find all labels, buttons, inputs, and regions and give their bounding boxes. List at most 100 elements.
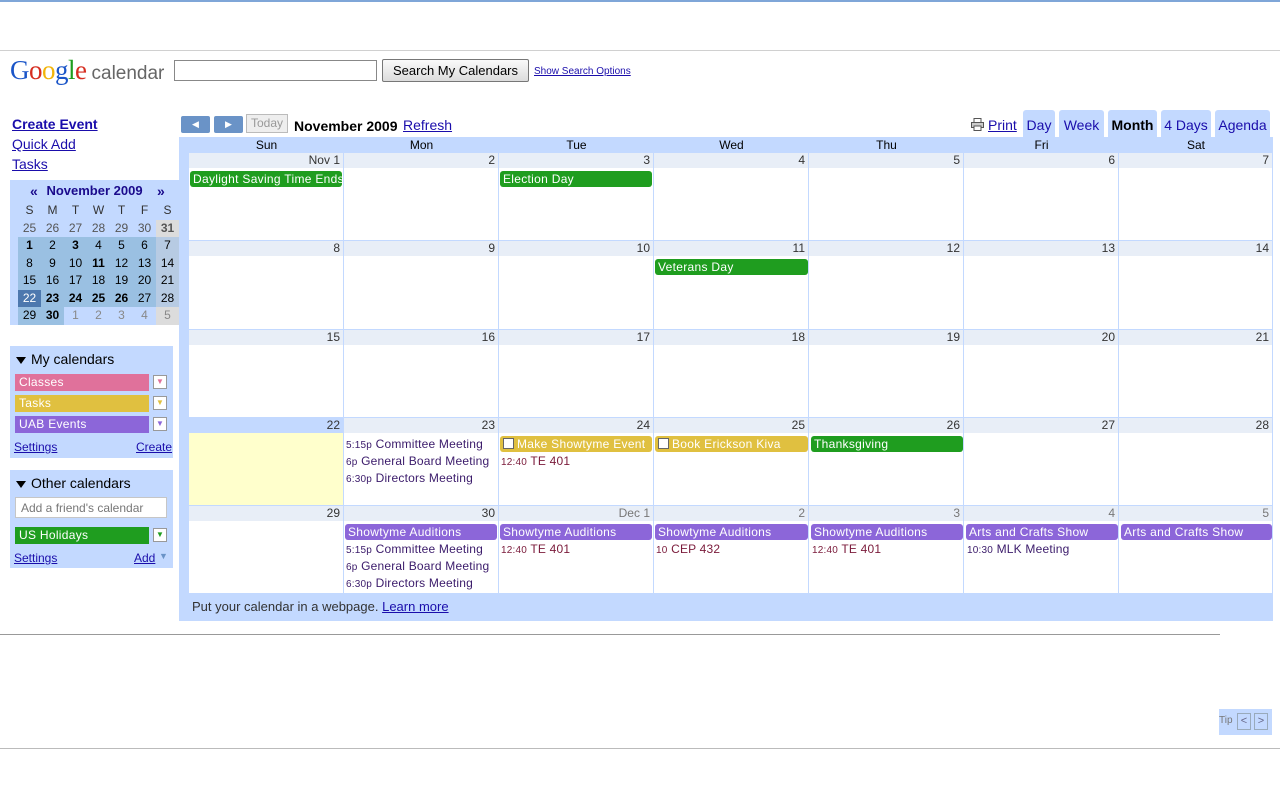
mini-day[interactable]: 8 xyxy=(18,254,41,272)
day-cell[interactable]: 17 xyxy=(499,330,654,418)
mini-day[interactable]: 1 xyxy=(64,307,87,325)
day-number[interactable]: 30 xyxy=(482,506,495,520)
tab-day[interactable]: Day xyxy=(1023,110,1055,137)
day-cell[interactable]: 26 xyxy=(809,418,964,506)
mini-calendar-title[interactable]: November 2009 xyxy=(46,183,142,198)
day-cell[interactable]: 10 xyxy=(499,241,654,330)
day-number[interactable]: 16 xyxy=(482,330,495,344)
mini-day[interactable]: 28 xyxy=(156,289,179,307)
day-number[interactable]: 9 xyxy=(488,241,495,255)
day-cell[interactable]: 20 xyxy=(964,330,1119,418)
event-committee-meeting[interactable]: 5:15p Committee Meeting xyxy=(346,437,483,451)
create-calendar-link[interactable]: Create xyxy=(136,440,172,454)
add-friend-calendar-input[interactable]: Add a friend's calendar xyxy=(15,497,167,518)
mini-day[interactable]: 28 xyxy=(87,220,110,238)
mini-day[interactable]: 18 xyxy=(87,272,110,290)
day-number[interactable]: 24 xyxy=(637,418,650,432)
mini-prev-month-icon[interactable]: « xyxy=(30,183,38,199)
day-number[interactable]: 12 xyxy=(947,241,960,255)
day-number[interactable]: 2 xyxy=(488,153,495,167)
event-thanksgiving[interactable]: Thanksgiving xyxy=(811,436,963,452)
mini-day[interactable]: 20 xyxy=(133,272,156,290)
mini-day[interactable]: 4 xyxy=(133,307,156,325)
mini-day[interactable]: 31 xyxy=(156,219,179,237)
day-number[interactable]: 15 xyxy=(327,330,340,344)
mini-day[interactable]: 11 xyxy=(87,254,110,272)
other-calendars-toggle[interactable]: Other calendars xyxy=(16,475,131,491)
tasks-link[interactable]: Tasks xyxy=(12,156,48,172)
mini-day[interactable]: 30 xyxy=(133,220,156,238)
other-calendars-settings-link[interactable]: Settings xyxy=(14,551,57,565)
tip-next-button[interactable]: > xyxy=(1254,713,1268,730)
mini-day[interactable]: 25 xyxy=(18,220,41,238)
day-number[interactable]: 22 xyxy=(327,418,340,432)
day-number[interactable]: Nov 1 xyxy=(309,153,340,167)
event-arts-and-crafts-show[interactable]: Arts and Crafts Show xyxy=(1121,524,1272,540)
learn-more-link[interactable]: Learn more xyxy=(382,599,448,614)
day-number[interactable]: 21 xyxy=(1256,330,1269,344)
day-cell[interactable]: 5 xyxy=(1119,506,1273,594)
day-number[interactable]: 5 xyxy=(953,153,960,167)
mini-day[interactable]: 29 xyxy=(110,220,133,238)
tab-week[interactable]: Week xyxy=(1059,110,1104,137)
event-showtyme-auditions[interactable]: Showtyme Auditions xyxy=(345,524,497,540)
tab-4-days[interactable]: 4 Days xyxy=(1161,110,1211,137)
mini-next-month-icon[interactable]: » xyxy=(157,183,165,199)
mini-day[interactable]: 17 xyxy=(64,272,87,290)
tasks-dropdown-icon[interactable]: ▼ xyxy=(153,396,167,410)
task-book-erickson-kiva[interactable]: Book Erickson Kiva xyxy=(655,436,808,452)
mini-day[interactable]: 25 xyxy=(87,289,110,307)
day-cell[interactable]: 9 xyxy=(344,241,499,330)
day-cell[interactable]: 19 xyxy=(809,330,964,418)
mini-day[interactable]: 19 xyxy=(110,272,133,290)
day-cell[interactable]: 12 xyxy=(809,241,964,330)
event-cep-432[interactable]: 10 CEP 432 xyxy=(656,542,720,556)
mini-day[interactable]: 6 xyxy=(133,237,156,255)
mini-day[interactable]: 29 xyxy=(18,307,41,325)
day-cell[interactable]: 7 xyxy=(1119,153,1273,241)
mini-day[interactable]: 10 xyxy=(64,254,87,272)
day-cell[interactable]: 22 xyxy=(189,418,344,506)
day-cell[interactable]: 13 xyxy=(964,241,1119,330)
mini-day[interactable]: 15 xyxy=(18,272,41,290)
day-cell[interactable]: Nov 1 xyxy=(189,153,344,241)
task-checkbox[interactable] xyxy=(503,438,514,449)
day-cell[interactable]: 21 xyxy=(1119,330,1273,418)
mini-day[interactable]: 21 xyxy=(156,272,179,290)
day-number[interactable]: 3 xyxy=(643,153,650,167)
mini-day[interactable]: 3 xyxy=(64,237,87,255)
mini-day[interactable]: 16 xyxy=(41,272,64,290)
search-my-calendars-button[interactable]: Search My Calendars xyxy=(382,59,529,82)
day-number[interactable]: 14 xyxy=(1256,241,1269,255)
calendar-chip-tasks[interactable]: Tasks xyxy=(15,395,149,412)
us-holidays-dropdown-icon[interactable]: ▼ xyxy=(153,528,167,542)
mini-day[interactable]: 26 xyxy=(110,289,133,307)
add-dropdown-icon[interactable]: ▼ xyxy=(159,551,168,561)
day-cell[interactable]: 15 xyxy=(189,330,344,418)
day-cell[interactable]: 27 xyxy=(964,418,1119,506)
classes-dropdown-icon[interactable]: ▼ xyxy=(153,375,167,389)
day-number[interactable]: 17 xyxy=(637,330,650,344)
mini-day[interactable]: 9 xyxy=(41,254,64,272)
event-mlk-meeting[interactable]: 10:30 MLK Meeting xyxy=(967,542,1069,556)
mini-day[interactable]: 27 xyxy=(133,289,156,307)
mini-day[interactable]: 23 xyxy=(41,289,64,307)
quick-add-link[interactable]: Quick Add xyxy=(12,136,76,152)
google-calendar-logo[interactable]: Google calendar xyxy=(10,55,164,85)
mini-day[interactable]: 2 xyxy=(87,307,110,325)
mini-day[interactable]: 26 xyxy=(41,220,64,238)
event-daylight-saving[interactable]: Daylight Saving Time Ends xyxy=(190,171,342,187)
day-number[interactable]: 7 xyxy=(1262,153,1269,167)
day-number[interactable]: 19 xyxy=(947,330,960,344)
day-cell[interactable]: 16 xyxy=(344,330,499,418)
day-number[interactable]: 3 xyxy=(953,506,960,520)
mini-day[interactable]: 22 xyxy=(18,289,41,307)
day-cell[interactable]: 28 xyxy=(1119,418,1273,506)
tip-prev-button[interactable]: < xyxy=(1237,713,1251,730)
event-te-401[interactable]: 12:40 TE 401 xyxy=(812,542,881,556)
show-search-options-link[interactable]: Show Search Options xyxy=(534,66,631,77)
mini-day[interactable]: 27 xyxy=(64,220,87,238)
event-arts-and-crafts-show[interactable]: Arts and Crafts Show xyxy=(966,524,1118,540)
prev-month-button[interactable]: ◀ xyxy=(181,116,210,133)
search-input[interactable] xyxy=(174,60,377,81)
